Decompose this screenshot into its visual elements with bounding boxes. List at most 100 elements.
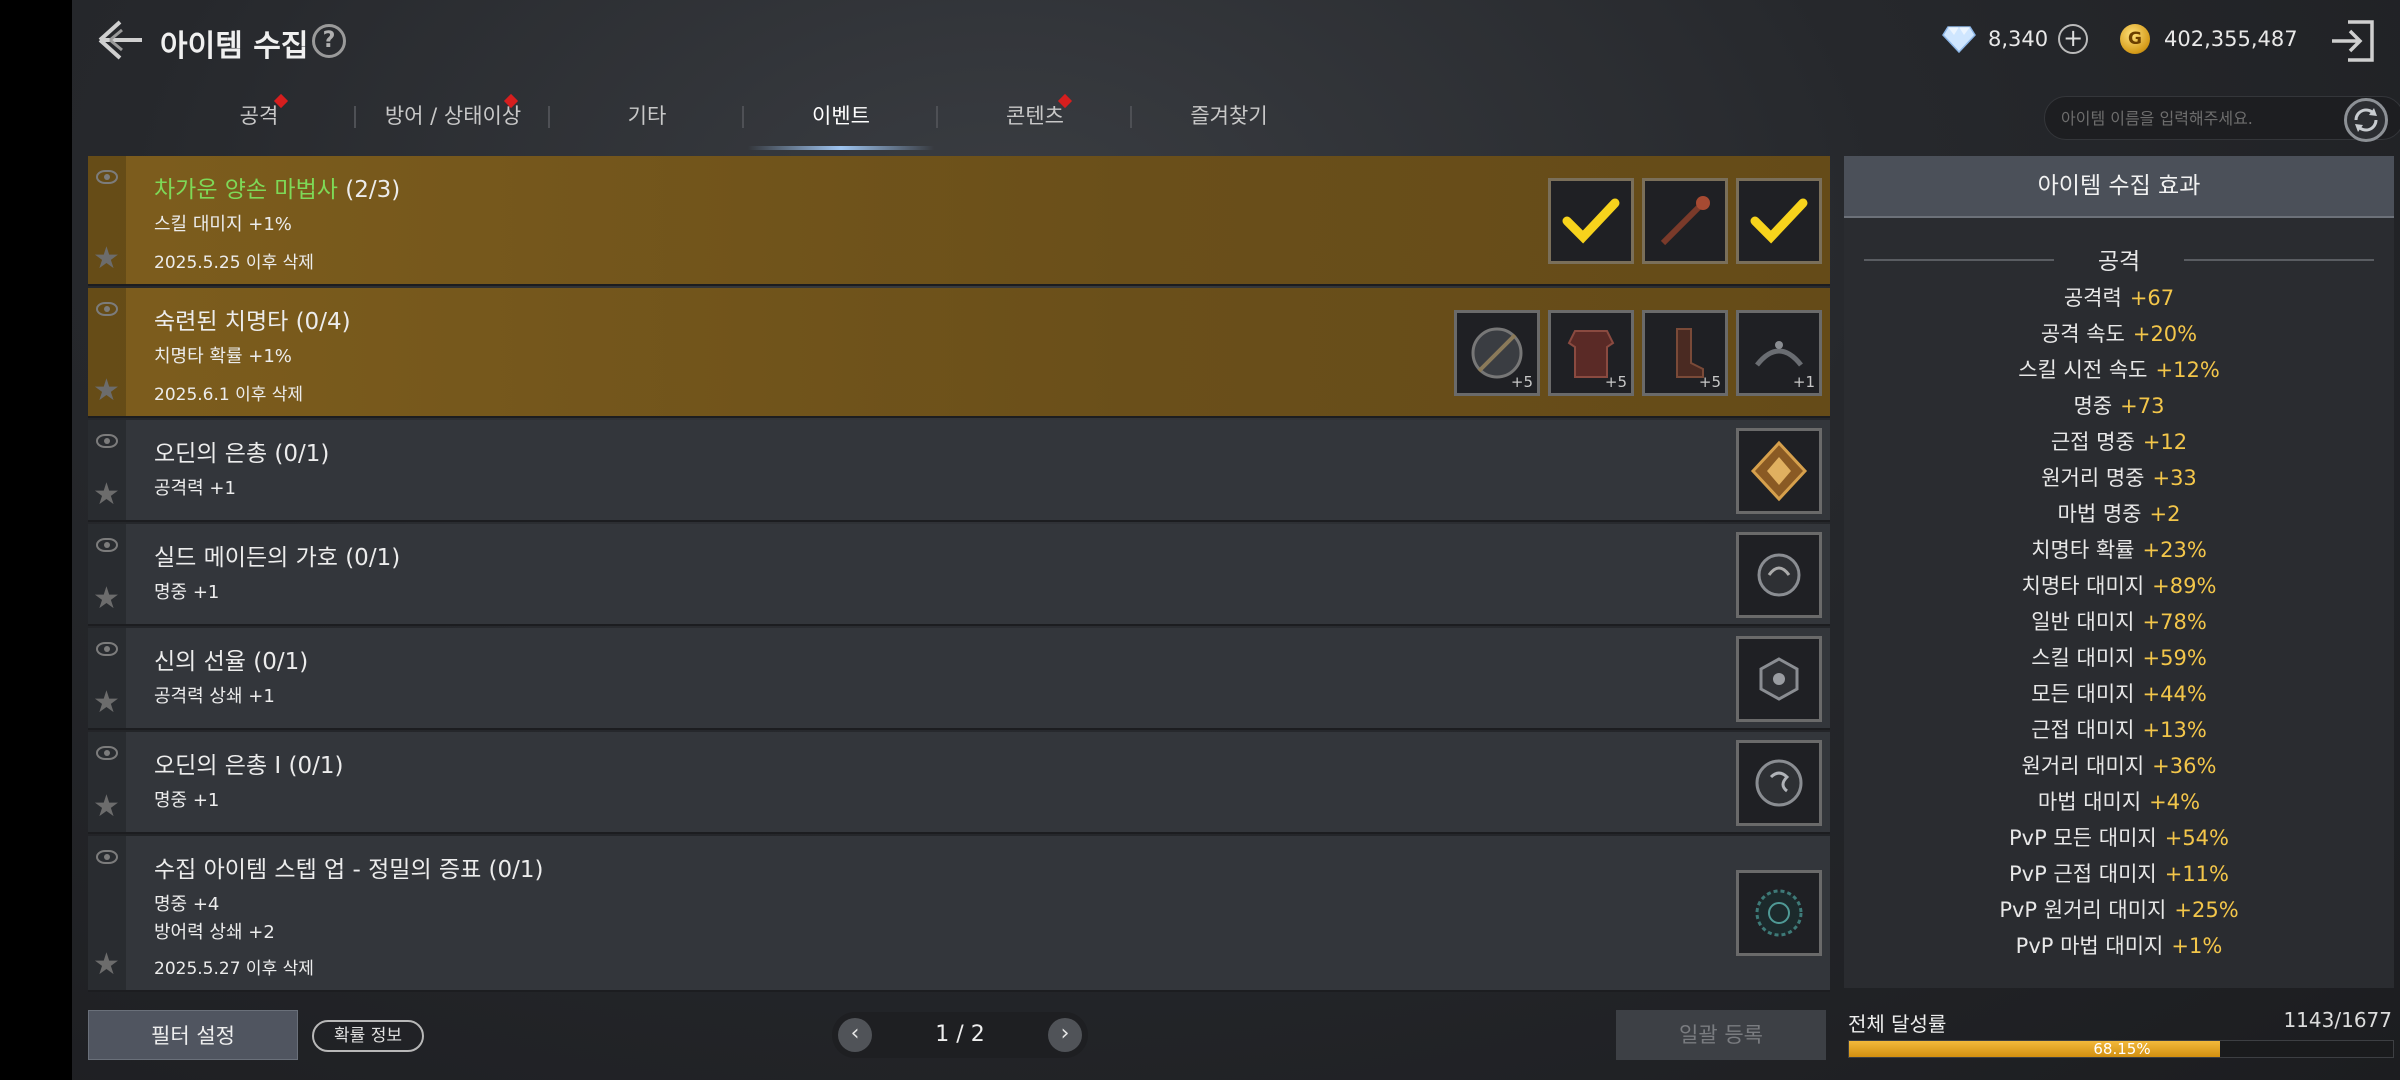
item-name-highlight: 차가운 양손 마법사: [154, 177, 338, 203]
stat-label: 근접 명중: [2050, 430, 2135, 454]
stat-value: +12%: [2155, 358, 2220, 382]
item-name: 신의 선율 (0/1): [154, 649, 309, 675]
stat-row: 원거리 명중 +33: [1844, 460, 2394, 496]
item-effect: 명중 +1: [154, 790, 220, 811]
refresh-icon[interactable]: [2344, 98, 2388, 142]
item-slots: [1736, 740, 1822, 826]
eye-icon[interactable]: [96, 434, 118, 448]
stat-value: +25%: [2174, 898, 2239, 922]
stat-label: 치명타 확률: [2031, 538, 2135, 562]
favorite-star-icon[interactable]: ★: [93, 373, 120, 408]
stat-value: +89%: [2152, 574, 2217, 598]
favorite-star-icon[interactable]: ★: [93, 685, 120, 720]
tab-etc[interactable]: 기타: [550, 90, 744, 152]
rune-item-icon: [1755, 759, 1803, 807]
favorite-star-icon[interactable]: ★: [93, 477, 120, 512]
stat-label: 근접 대미지: [2031, 718, 2135, 742]
item-expiry: 2025.5.27 이후 삭제: [154, 959, 314, 979]
item-slot[interactable]: +1: [1736, 310, 1822, 396]
divider: [2184, 259, 2374, 261]
back-arrow-icon[interactable]: [94, 16, 146, 64]
tab-label: 방어 / 상태이상: [384, 104, 522, 128]
item-effect: 공격력 상쇄 +1: [154, 686, 275, 707]
pagination: 1 / 2 ‹ ›: [832, 1012, 1088, 1058]
stat-label: 스킬 시전 속도: [2018, 358, 2148, 382]
probability-info-button[interactable]: 확률 정보: [312, 1020, 424, 1052]
item-slot[interactable]: +5: [1454, 310, 1540, 396]
achievement-count: 1143/1677: [2283, 1008, 2392, 1032]
stat-row: 치명타 대미지 +89%: [1844, 568, 2394, 604]
item-slot[interactable]: [1548, 178, 1634, 264]
stat-label: PvP 원거리 대미지: [1999, 898, 2167, 922]
eye-icon[interactable]: [96, 538, 118, 552]
stat-value: +54%: [2164, 826, 2229, 850]
achievement-label: 전체 달성률: [1848, 1012, 1947, 1036]
rune-item-icon: [1757, 553, 1801, 597]
filter-settings-button[interactable]: 필터 설정: [88, 1010, 298, 1060]
eye-icon[interactable]: [96, 170, 118, 184]
bulk-register-button[interactable]: 일괄 등록: [1616, 1010, 1826, 1060]
tab-content[interactable]: 콘텐츠: [938, 90, 1132, 152]
add-diamond-button[interactable]: +: [2058, 24, 2089, 54]
item-name: 차가운 양손 마법사 (2/3): [154, 170, 400, 204]
collection-effect-panel: 아이템 수집 효과 공격 공격력 +67 공격 속도 +20% 스킬 시전 속도 +1…: [1844, 156, 2394, 988]
category-tabs: 공격 방어 / 상태이상 기타 이벤트 콘텐츠 즐겨찾기: [162, 90, 1326, 152]
rune-item-icon: [1759, 657, 1799, 701]
divider: [1864, 259, 2054, 261]
stat-row: PvP 근접 대미지 +11%: [1844, 856, 2394, 892]
item-expiry: 2025.5.25 이후 삭제: [154, 253, 314, 273]
list-item[interactable]: ★ 수집 아이템 스텝 업 - 정밀의 증표 (0/1) 명중 +4 방어력 상…: [88, 836, 1830, 992]
item-slot[interactable]: [1642, 178, 1728, 264]
stat-row: 근접 명중 +12: [1844, 424, 2394, 460]
item-slot[interactable]: [1736, 178, 1822, 264]
stat-label: 공격 속도: [2040, 322, 2125, 346]
eye-icon[interactable]: [96, 302, 118, 316]
stat-label: 모든 대미지: [2031, 682, 2135, 706]
help-icon[interactable]: ?: [312, 24, 346, 58]
item-slot[interactable]: +5: [1548, 310, 1634, 396]
favorite-star-icon[interactable]: ★: [93, 581, 120, 616]
item-slot[interactable]: [1736, 636, 1822, 722]
diamond-amount: 8,340: [1988, 27, 2049, 51]
list-item[interactable]: ★ 오딘의 은총 I (0/1) 명중 +1: [88, 732, 1830, 834]
item-slot[interactable]: [1736, 870, 1822, 956]
favorite-star-icon[interactable]: ★: [93, 789, 120, 824]
eye-icon[interactable]: [96, 746, 118, 760]
eye-icon[interactable]: [96, 642, 118, 656]
item-slot[interactable]: [1736, 740, 1822, 826]
list-item[interactable]: ★ 신의 선율 (0/1) 공격력 상쇄 +1: [88, 628, 1830, 730]
tab-event[interactable]: 이벤트: [744, 90, 938, 152]
stat-label: PvP 마법 대미지: [2015, 934, 2164, 958]
token-item-icon: [1755, 889, 1803, 937]
favorite-star-icon[interactable]: ★: [93, 947, 120, 982]
checkmark-icon: [1750, 198, 1808, 244]
item-slot[interactable]: [1736, 428, 1822, 514]
list-item[interactable]: ★ 숙련된 치명타 (0/4) 치명타 확률 +1% 2025.6.1 이후 삭…: [88, 288, 1830, 418]
prev-page-button[interactable]: ‹: [838, 1018, 872, 1052]
item-slot[interactable]: [1736, 532, 1822, 618]
list-item[interactable]: ★ 차가운 양손 마법사 (2/3) 스킬 대미지 +1% 2025.5.25 …: [88, 156, 1830, 286]
tab-favorites[interactable]: 즐겨찾기: [1132, 90, 1326, 152]
list-item[interactable]: ★ 실드 메이든의 가호 (0/1) 명중 +1: [88, 524, 1830, 626]
section-title: 공격: [2097, 249, 2141, 275]
stat-label: PvP 근접 대미지: [2009, 862, 2157, 886]
tab-label: 이벤트: [812, 104, 870, 128]
item-slot[interactable]: +5: [1642, 310, 1728, 396]
exit-icon[interactable]: [2328, 18, 2378, 64]
panel-section-header: 공격: [1844, 242, 2394, 276]
favorite-star-icon[interactable]: ★: [93, 241, 120, 276]
item-slots: [1736, 636, 1822, 722]
next-page-button[interactable]: ›: [1048, 1018, 1082, 1052]
enhance-level: +5: [1604, 373, 1627, 391]
tab-defense-status[interactable]: 방어 / 상태이상: [356, 90, 550, 152]
enhance-level: +5: [1698, 373, 1721, 391]
item-name: 수집 아이템 스텝 업 - 정밀의 증표 (0/1): [154, 857, 544, 883]
stat-label: 치명타 대미지: [2021, 574, 2145, 598]
tab-attack[interactable]: 공격: [162, 90, 356, 152]
list-item[interactable]: ★ 오딘의 은총 (0/1) 공격력 +1: [88, 420, 1830, 522]
stat-label: 공격력: [2063, 286, 2122, 310]
eye-icon[interactable]: [96, 850, 118, 864]
stat-value: +2: [2149, 502, 2181, 526]
stat-value: +20%: [2132, 322, 2198, 346]
stat-row: PvP 모든 대미지 +54%: [1844, 820, 2394, 856]
